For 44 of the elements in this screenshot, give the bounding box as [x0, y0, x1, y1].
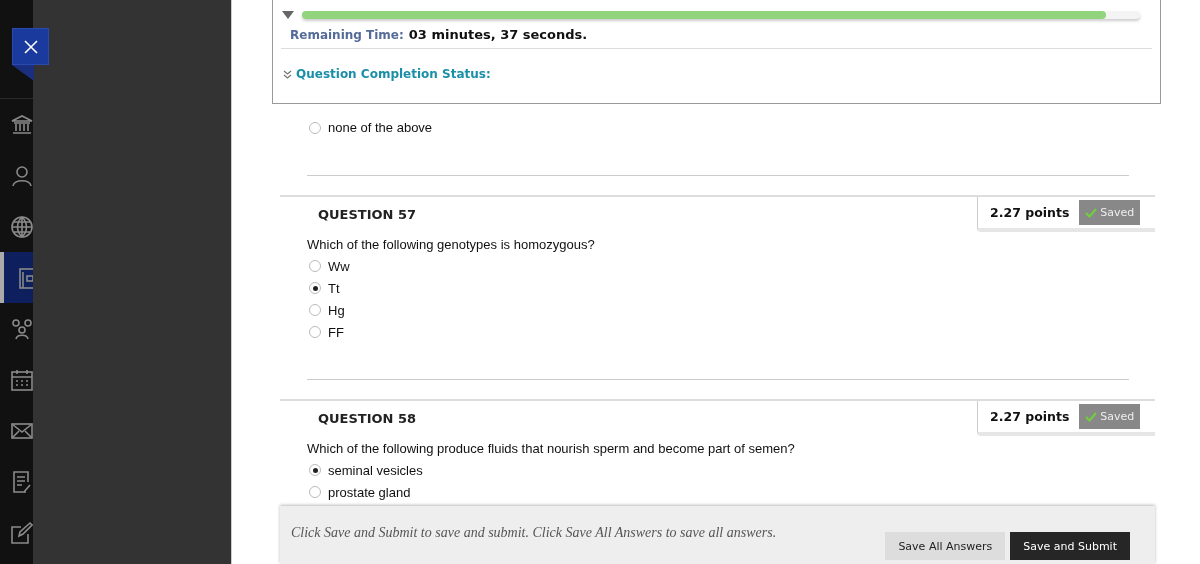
check-icon	[1085, 207, 1098, 218]
option-label: seminal vesicles	[328, 462, 423, 478]
flag-fold-icon	[12, 65, 34, 81]
question-prompt: Which of the following produce fluids that nourish sperm and become part of semen?	[306, 439, 796, 458]
submit-button[interactable]: Save and Submit	[1010, 532, 1130, 560]
option-label: Ww	[328, 258, 350, 274]
question-title: QUESTION 57	[318, 207, 417, 222]
course-icon	[16, 265, 33, 290]
question-title: QUESTION 58	[318, 411, 417, 426]
radio-button[interactable]	[309, 464, 321, 476]
radio-button[interactable]	[309, 282, 321, 294]
double-chevron-icon[interactable]	[283, 69, 292, 79]
document-edit-icon	[10, 469, 33, 494]
points-text: 2.27 points	[990, 205, 1070, 220]
saved-label: Saved	[1100, 410, 1135, 423]
save-button[interactable]: Save All Answers	[885, 532, 1006, 560]
points-text: 2.27 points	[990, 409, 1070, 424]
option-label: Tt	[328, 280, 340, 296]
person-icon	[10, 163, 33, 188]
nav-item[interactable]	[0, 252, 33, 303]
calendar-icon	[10, 367, 33, 392]
completion-status-link[interactable]: Question Completion Status:	[296, 67, 491, 81]
edit-icon	[10, 520, 33, 545]
radio-button[interactable]	[309, 326, 321, 338]
question-prompt: Which of the following genotypes is homozygous?	[306, 235, 596, 254]
option-label: Hg	[328, 302, 345, 318]
option-label: FF	[328, 324, 344, 340]
close-icon	[22, 38, 39, 55]
timer-label: Remaining Time:	[290, 28, 404, 42]
radio-button[interactable]	[309, 304, 321, 316]
radio-button[interactable]	[309, 121, 321, 134]
check-icon	[1085, 411, 1098, 422]
institution-icon	[10, 112, 33, 137]
option-label: prostate gland	[328, 484, 411, 500]
timer-value: 03 minutes, 37 seconds.	[408, 27, 588, 42]
collapse-triangle-icon[interactable]	[282, 11, 294, 19]
saved-label: Saved	[1100, 206, 1135, 219]
globe-icon	[10, 214, 33, 239]
option-label: none of the above	[328, 120, 433, 135]
close-button[interactable]	[12, 28, 49, 65]
people-icon	[10, 316, 33, 341]
radio-button[interactable]	[309, 260, 321, 272]
radio-button[interactable]	[309, 486, 321, 498]
footer-instructions: Click Save and Submit to save and submit. Click Save All Answers to save all answers.	[291, 525, 777, 541]
